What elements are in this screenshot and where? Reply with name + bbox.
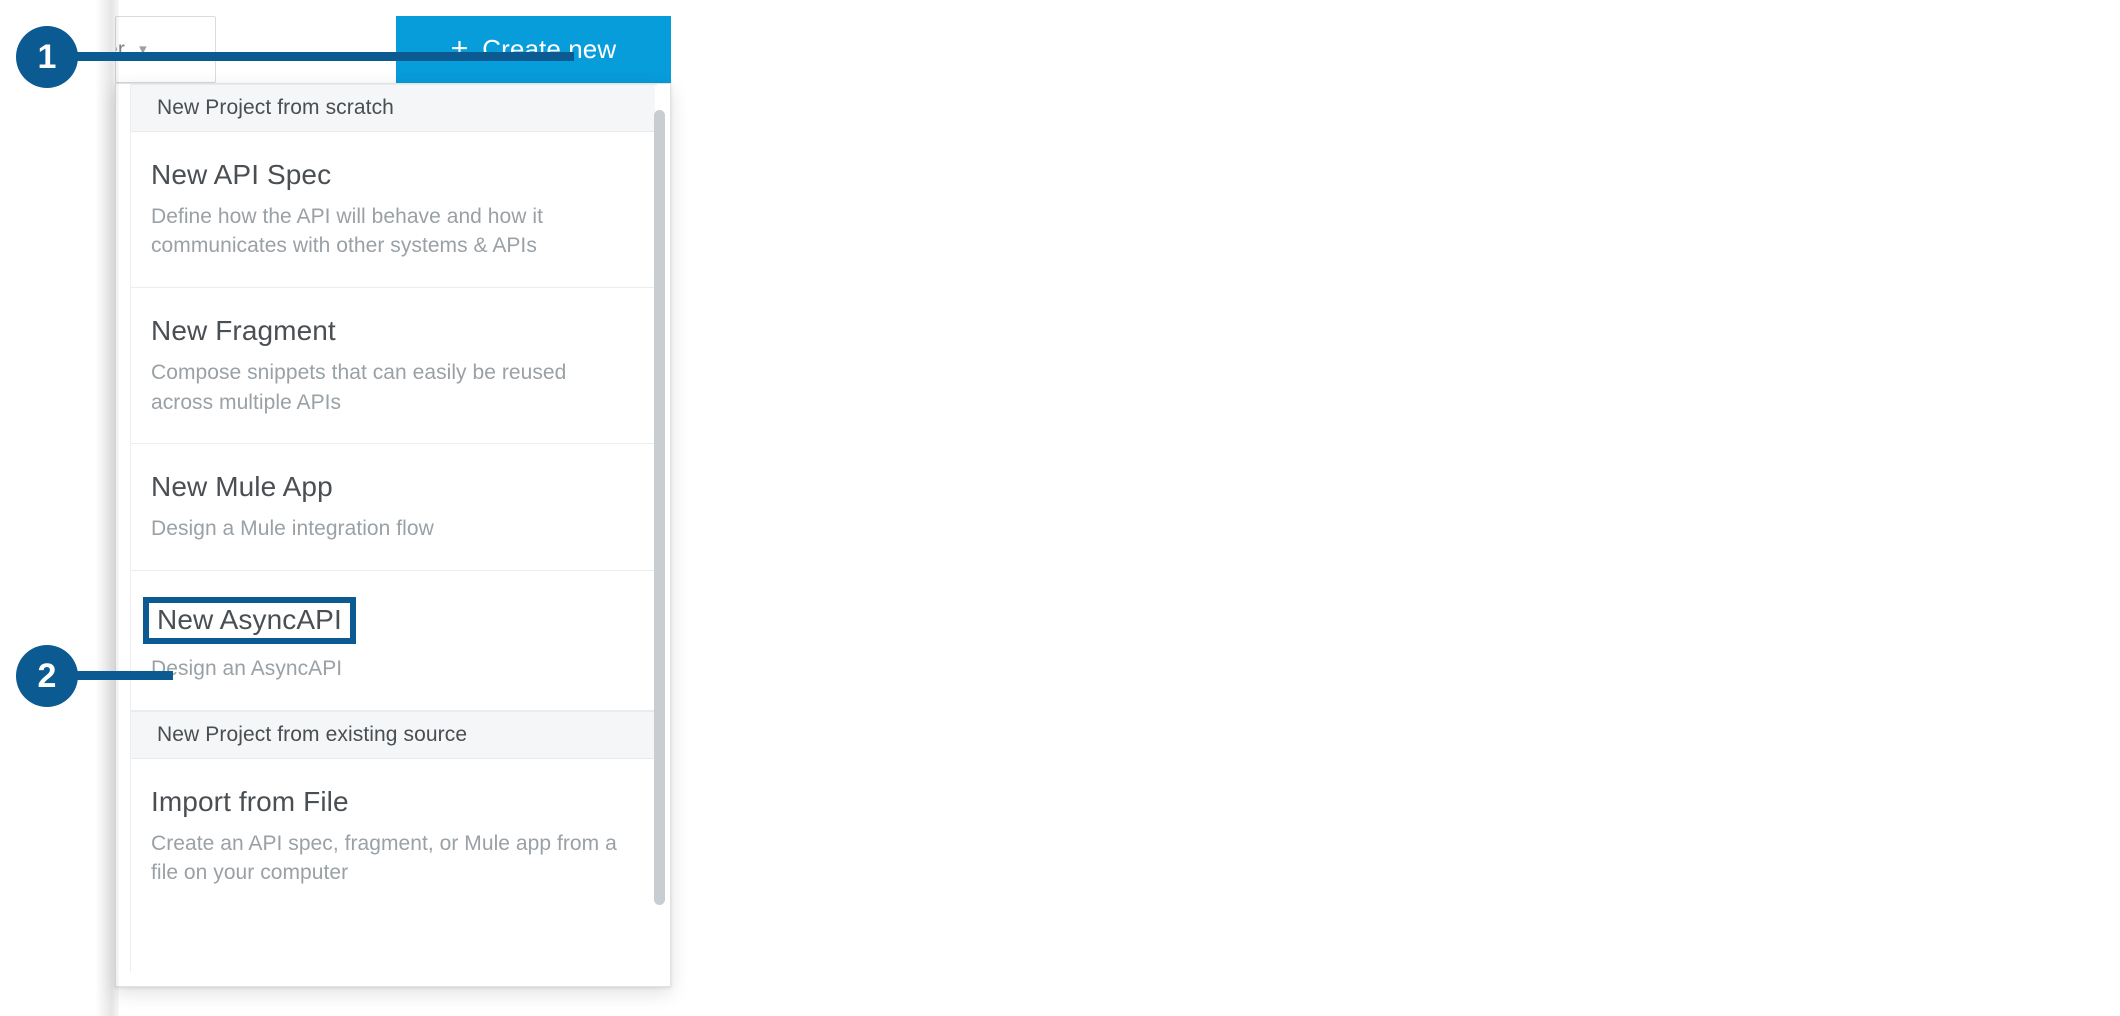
toolbar: er ▾ + Create new [115, 16, 671, 84]
dropdown-item-import-from-file[interactable]: Import from File Create an API spec, fra… [131, 759, 657, 915]
item-title: New Mule App [151, 471, 333, 503]
item-description: Compose snippets that can easily be reus… [151, 360, 567, 414]
section-header-label: New Project from existing source [157, 723, 468, 747]
project-select[interactable]: er ▾ [115, 16, 216, 83]
item-description: Design a Mule integration flow [151, 517, 434, 541]
screenshot-stage: er ▾ + Create new New Project from scrat… [0, 0, 2120, 1016]
create-new-dropdown: New Project from scratch New API Spec De… [115, 83, 671, 987]
callout-2-leader-line [68, 671, 173, 680]
item-title: New AsyncAPI [143, 596, 356, 645]
item-title: New API Spec [151, 159, 332, 190]
dropdown-item-new-api-spec[interactable]: New API Spec Define how the API will beh… [131, 132, 657, 289]
dropdown-section-header-existing-source: New Project from existing source [131, 711, 657, 760]
dropdown-scrollbar-thumb[interactable] [654, 110, 665, 905]
dropdown-left-rail [116, 84, 131, 972]
dropdown-item-list: New Project from scratch New API Spec De… [131, 84, 657, 915]
item-title: Import from File [151, 786, 349, 818]
project-select-inner: er ▾ [116, 17, 215, 82]
dropdown-item-new-mule-app[interactable]: New Mule App Design a Mule integration f… [131, 444, 657, 571]
callout-1-badge: 1 [16, 26, 78, 88]
callout-1-leader-line [68, 52, 574, 61]
item-description: Design an AsyncAPI [151, 657, 343, 681]
create-new-button[interactable]: + Create new [396, 16, 671, 83]
dropdown-item-new-fragment[interactable]: New Fragment Compose snippets that can e… [131, 288, 657, 445]
section-header-label: New Project from scratch [157, 96, 394, 119]
item-title: New Fragment [151, 315, 336, 347]
dropdown-scroll-area[interactable]: New Project from scratch New API Spec De… [131, 84, 657, 972]
item-description: Define how the API will behave and how i… [151, 204, 543, 258]
toolbar-spacer [216, 16, 396, 83]
dropdown-item-new-asyncapi[interactable]: New AsyncAPI Design an AsyncAPI [131, 570, 657, 712]
item-description: Create an API spec, fragment, or Mule ap… [151, 831, 617, 885]
callout-2-badge: 2 [16, 645, 78, 707]
dropdown-scrollbar-track[interactable] [654, 86, 668, 970]
dropdown-section-header-scratch: New Project from scratch [131, 84, 657, 132]
